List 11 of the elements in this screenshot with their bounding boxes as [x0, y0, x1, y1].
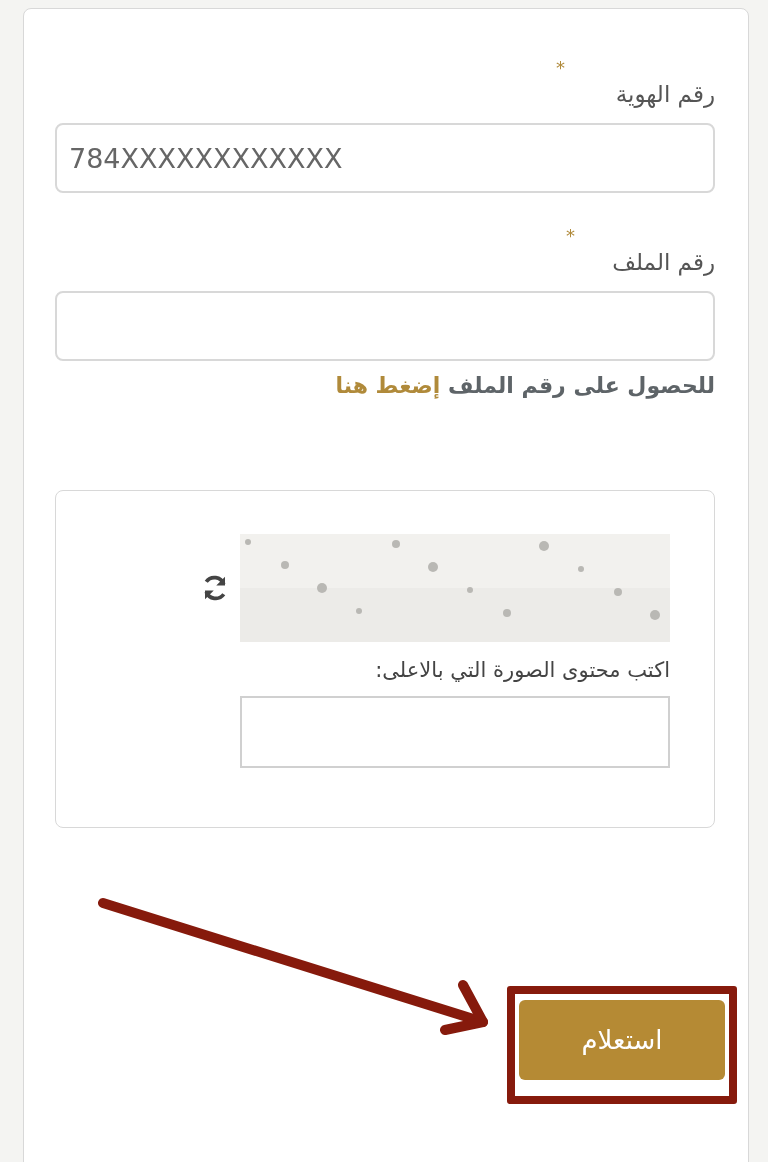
required-mark: * — [556, 59, 565, 77]
required-mark: * — [566, 227, 575, 245]
submit-button[interactable]: استعلام — [519, 1000, 725, 1080]
field-label: رقم الهوية — [615, 81, 715, 107]
input-field[interactable]: 784XXXXXXXXXXXX — [55, 123, 715, 193]
captcha-label: اكتب محتوى الصورة التي بالاعلى: — [375, 658, 670, 682]
field-label: رقم الملف — [612, 249, 715, 275]
hint-text: للحصول على رقم الملف إضغط هنا — [334, 373, 715, 398]
captcha-input[interactable] — [240, 696, 670, 768]
click-here-link[interactable]: إضغط هنا — [335, 373, 441, 398]
input-field[interactable] — [55, 291, 715, 361]
